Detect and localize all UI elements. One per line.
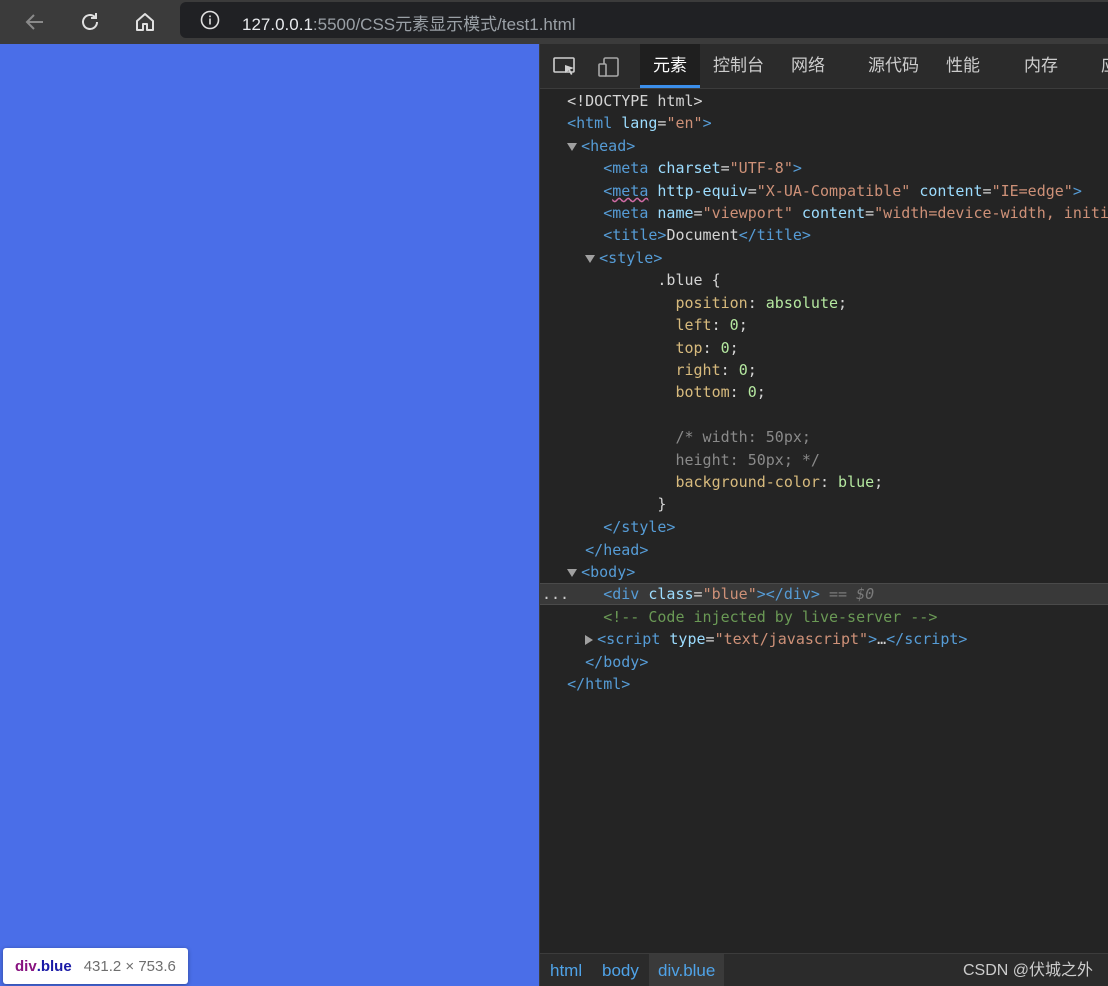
url-host: 127.0.0.1 — [242, 15, 313, 34]
css-rule-bottom[interactable]: bottom: 0; — [540, 381, 1108, 403]
expand-triangle-icon[interactable] — [585, 254, 596, 263]
css-rule-top[interactable]: top: 0; — [540, 337, 1108, 359]
back-arrow-icon — [25, 14, 43, 30]
address-bar[interactable]: 127.0.0.1:5500/CSS元素显示模式/test1.html — [180, 2, 1108, 38]
tab-memory[interactable]: 内存 — [1024, 44, 1058, 88]
tab-application[interactable]: 应 — [1101, 44, 1108, 88]
home-button[interactable] — [129, 6, 161, 38]
browser-toolbar: 127.0.0.1:5500/CSS元素显示模式/test1.html — [0, 0, 1108, 44]
tooltip-size: 431.2 × 753.6 — [83, 957, 176, 975]
back-button[interactable] — [18, 6, 50, 38]
dom-doctype[interactable]: <!DOCTYPE html> — [540, 90, 1108, 112]
url-text[interactable]: 127.0.0.1:5500/CSS元素显示模式/test1.html — [242, 10, 576, 35]
css-comment-height[interactable]: height: 50px; */ — [540, 449, 1108, 471]
tab-performance[interactable]: 性能 — [946, 44, 980, 88]
breadcrumb-body[interactable]: body — [593, 954, 648, 986]
reload-button[interactable] — [74, 6, 106, 38]
expand-triangle-icon[interactable] — [567, 142, 578, 151]
tab-elements[interactable]: 元素 — [640, 44, 700, 88]
tab-network[interactable]: 网络 — [791, 44, 825, 88]
element-inspect-tooltip: div .blue 431.2 × 753.6 — [3, 948, 188, 984]
dom-comment[interactable]: <!-- Code injected by live-server --> — [540, 606, 1108, 628]
dom-head-close[interactable]: </head> — [540, 539, 1108, 561]
breadcrumb-html[interactable]: html — [541, 954, 591, 986]
home-icon — [136, 13, 154, 31]
devtools-toolbar: 元素 控制台 网络 源代码 性能 内存 应 — [540, 44, 1108, 89]
dom-head-open[interactable]: <head> — [540, 135, 1108, 157]
devtools-panel: 元素 控制台 网络 源代码 性能 内存 应 <!DOCTYPE html> <h… — [539, 44, 1108, 986]
dom-div-blue-selected[interactable]: ... <div class="blue"></div> == $0 — [540, 583, 1108, 605]
collapse-triangle-icon[interactable] — [585, 634, 594, 645]
page-viewport-blue-div[interactable]: div .blue 431.2 × 753.6 — [0, 44, 539, 986]
css-rule-left[interactable]: left: 0; — [540, 314, 1108, 336]
info-icon[interactable] — [200, 10, 220, 30]
css-rule-background[interactable]: background-color: blue; — [540, 471, 1108, 493]
url-path: :5500/CSS元素显示模式/test1.html — [312, 15, 576, 34]
dom-style-close[interactable]: </style> — [540, 516, 1108, 538]
css-close-brace[interactable]: } — [540, 493, 1108, 515]
device-toolbar-icon[interactable] — [597, 56, 621, 78]
tab-sources[interactable]: 源代码 — [868, 44, 919, 88]
dom-style-open[interactable]: <style> — [540, 247, 1108, 269]
dom-meta-charset[interactable]: <meta charset="UTF-8"> — [540, 157, 1108, 179]
css-rule-position[interactable]: position: absolute; — [540, 292, 1108, 314]
more-options-icon[interactable]: ... — [542, 584, 569, 604]
tooltip-tag: div — [15, 957, 37, 975]
breadcrumb: html body div.blue CSDN @伏城之外 — [540, 953, 1108, 986]
dom-html-open[interactable]: <html lang="en"> — [540, 112, 1108, 134]
css-comment-width[interactable]: /* width: 50px; — [540, 426, 1108, 448]
css-selector[interactable]: .blue { — [540, 269, 1108, 291]
dom-title[interactable]: <title>Document</title> — [540, 224, 1108, 246]
css-rule-right[interactable]: right: 0; — [540, 359, 1108, 381]
expand-triangle-icon[interactable] — [567, 568, 578, 577]
dom-script[interactable]: <script type="text/javascript">…</script… — [540, 628, 1108, 650]
dom-body-close[interactable]: </body> — [540, 651, 1108, 673]
dom-meta-http-equiv[interactable]: <meta http-equiv="X-UA-Compatible" conte… — [540, 180, 1108, 202]
tooltip-class: .blue — [36, 957, 72, 975]
reload-icon — [82, 13, 98, 30]
breadcrumb-div-blue[interactable]: div.blue — [649, 954, 725, 986]
dom-html-close[interactable]: </html> — [540, 673, 1108, 695]
dom-body-open[interactable]: <body> — [540, 561, 1108, 583]
watermark: CSDN @伏城之外 — [962, 962, 1093, 979]
tab-console[interactable]: 控制台 — [713, 44, 764, 88]
inspect-element-icon[interactable] — [553, 56, 577, 78]
dom-meta-viewport[interactable]: <meta name="viewport" content="width=dev… — [540, 202, 1108, 224]
